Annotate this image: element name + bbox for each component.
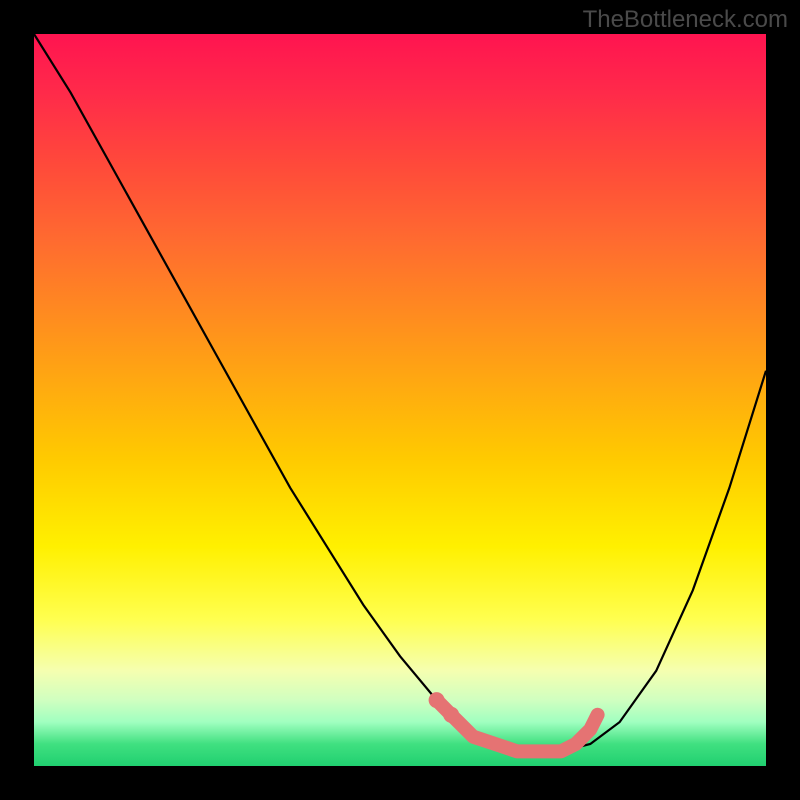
chart-plot-area	[34, 34, 766, 766]
highlighted-region-markers	[34, 34, 766, 766]
bottleneck-curve-line	[34, 34, 766, 766]
watermark-text: TheBottleneck.com	[583, 6, 788, 34]
